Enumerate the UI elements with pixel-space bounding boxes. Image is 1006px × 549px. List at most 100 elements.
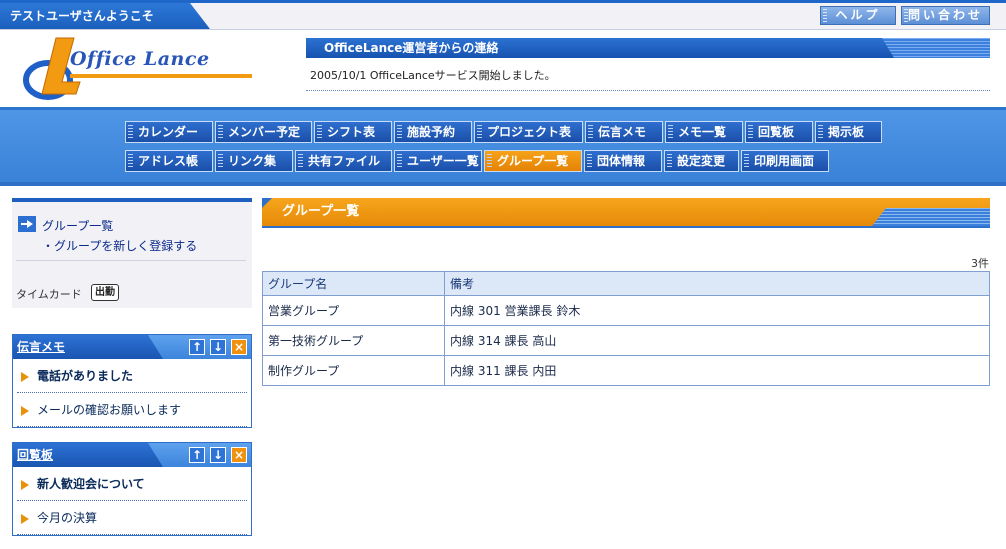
nav-facility[interactable]: 施設予約 [394,121,472,143]
bullet-triangle-icon [21,406,29,416]
logo-text: Office Lance [70,48,210,70]
grip-icon [668,125,673,139]
notice-divider [306,90,990,91]
grip-icon [588,125,593,139]
notice-bar: OfficeLance運営者からの連絡 [306,38,990,58]
logo[interactable]: Office Lance [22,36,262,102]
nav-message-memo[interactable]: 伝言メモ [585,121,663,143]
nav-label: 施設予約 [407,125,456,139]
nav-user-list[interactable]: ユーザー一覧 [394,150,482,172]
circular-widget-title[interactable]: 回覧板 [17,443,53,467]
nav-links[interactable]: リンク集 [215,150,293,172]
nav-address-book[interactable]: アドレス帳 [125,150,213,172]
nav-label: メモ一覧 [678,125,727,139]
nav-settings[interactable]: 設定変更 [664,150,739,172]
circular-widget-header: 回覧板 ↑ ↓ × [13,443,251,467]
group-list-link[interactable]: グループ一覧 [42,217,113,234]
memo-widget-header: 伝言メモ ↑ ↓ × [13,335,251,359]
nav-project[interactable]: プロジェクト表 [474,121,583,143]
table-header-row: グループ名 備考 [262,271,990,296]
grip-icon [823,9,827,22]
nav-bulletin[interactable]: 掲示板 [815,121,882,143]
table-row[interactable]: 第一技術グループ 内線 314 課長 高山 [262,325,990,356]
nav-org-info[interactable]: 団体情報 [584,150,662,172]
memo-widget-title[interactable]: 伝言メモ [17,335,65,359]
nav-label: 共有ファイル [308,154,381,168]
memo-widget: 伝言メモ ↑ ↓ × 電話がありました メールの確認お願いします [12,334,252,428]
circular-widget: 回覧板 ↑ ↓ × 新人歓迎会について 今月の決算 [12,442,252,536]
bullet-triangle-icon [21,480,29,490]
table-row[interactable]: 制作グループ 内線 311 課長 内田 [262,355,990,386]
grip-icon [298,154,303,168]
contact-button[interactable]: 問い合わせ [901,6,990,25]
grip-icon [128,125,133,139]
table-row[interactable]: 営業グループ 内線 301 営業課長 鈴木 [262,295,990,326]
remarks-cell: 内線 314 課長 高山 [444,325,990,356]
grip-icon [317,125,322,139]
arrow-right-icon [18,216,36,232]
group-name-cell[interactable]: 制作グループ [262,355,445,386]
grip-icon [477,125,482,139]
nav-member-schedule[interactable]: メンバー予定 [215,121,312,143]
top-bar: テストユーザさんようこそ ヘルプ 問い合わせ [0,0,1006,30]
column-header-remarks: 備考 [444,271,990,296]
grip-icon [397,125,402,139]
arrow-down-icon[interactable]: ↓ [210,339,226,355]
nav-print[interactable]: 印刷用画面 [741,150,829,172]
list-item[interactable]: 新人歓迎会について [17,467,247,501]
sidebar-divider [16,260,246,261]
grip-icon [128,154,133,168]
list-item[interactable]: 今月の決算 [17,501,247,535]
nav-label: シフト表 [327,125,376,139]
clock-in-button[interactable]: 出勤 [91,284,119,301]
nav-label: リンク集 [228,154,277,168]
nav-shift[interactable]: シフト表 [314,121,392,143]
grip-icon [667,154,672,168]
nav-memo-list[interactable]: メモ一覧 [665,121,743,143]
grip-icon [587,154,592,168]
nav-label: グループ一覧 [497,154,569,168]
grip-icon [397,154,402,168]
main-nav: カレンダー メンバー予定 シフト表 施設予約 プロジェクト表 伝言メモ メモ一覧… [0,107,1006,186]
notice-message: 2005/10/1 OfficeLanceサービス開始しました。 [310,69,556,82]
arrow-down-icon[interactable]: ↓ [210,447,226,463]
register-group-link[interactable]: ・グループを新しく登録する [42,237,197,254]
grip-icon [487,154,492,168]
list-item-text: 新人歓迎会について [37,477,145,491]
record-count: 3件 [971,257,989,270]
nav-label: 団体情報 [597,154,646,168]
nav-group-list[interactable]: グループ一覧 [484,150,582,172]
nav-label: カレンダー [138,125,199,139]
grip-icon [218,125,223,139]
nav-label: 回覧板 [758,125,795,139]
nav-circular[interactable]: 回覧板 [745,121,813,143]
page-header: グループ一覧 [262,198,990,228]
list-item[interactable]: 電話がありました [17,359,247,393]
remarks-cell: 内線 311 課長 内田 [444,355,990,386]
arrow-up-icon[interactable]: ↑ [189,447,205,463]
close-icon[interactable]: × [231,339,247,355]
column-header-group-name: グループ名 [262,271,445,296]
group-name-cell[interactable]: 第一技術グループ [262,325,445,356]
list-item-text: 今月の決算 [37,511,98,525]
nav-label: 印刷用画面 [754,154,815,168]
help-button[interactable]: ヘルプ [820,6,896,25]
close-icon[interactable]: × [231,447,247,463]
list-item-text: 電話がありました [37,369,134,383]
grip-icon [748,125,753,139]
grip-icon [218,154,223,168]
list-item[interactable]: メールの確認お願いします [17,393,247,427]
page-title: グループ一覧 [282,204,360,219]
timecard-label: タイムカード [16,288,82,301]
arrow-up-icon[interactable]: ↑ [189,339,205,355]
nav-label: ユーザー一覧 [407,154,479,168]
help-button-label: ヘルプ [835,8,881,22]
contact-button-label: 問い合わせ [907,8,983,22]
nav-calendar[interactable]: カレンダー [125,121,213,143]
remarks-cell: 内線 301 営業課長 鈴木 [444,295,990,326]
nav-label: 伝言メモ [598,125,647,139]
group-name-cell[interactable]: 営業グループ [262,295,445,326]
nav-shared-files[interactable]: 共有ファイル [295,150,392,172]
grip-icon [818,125,823,139]
notice-title: OfficeLance運営者からの連絡 [324,41,499,55]
